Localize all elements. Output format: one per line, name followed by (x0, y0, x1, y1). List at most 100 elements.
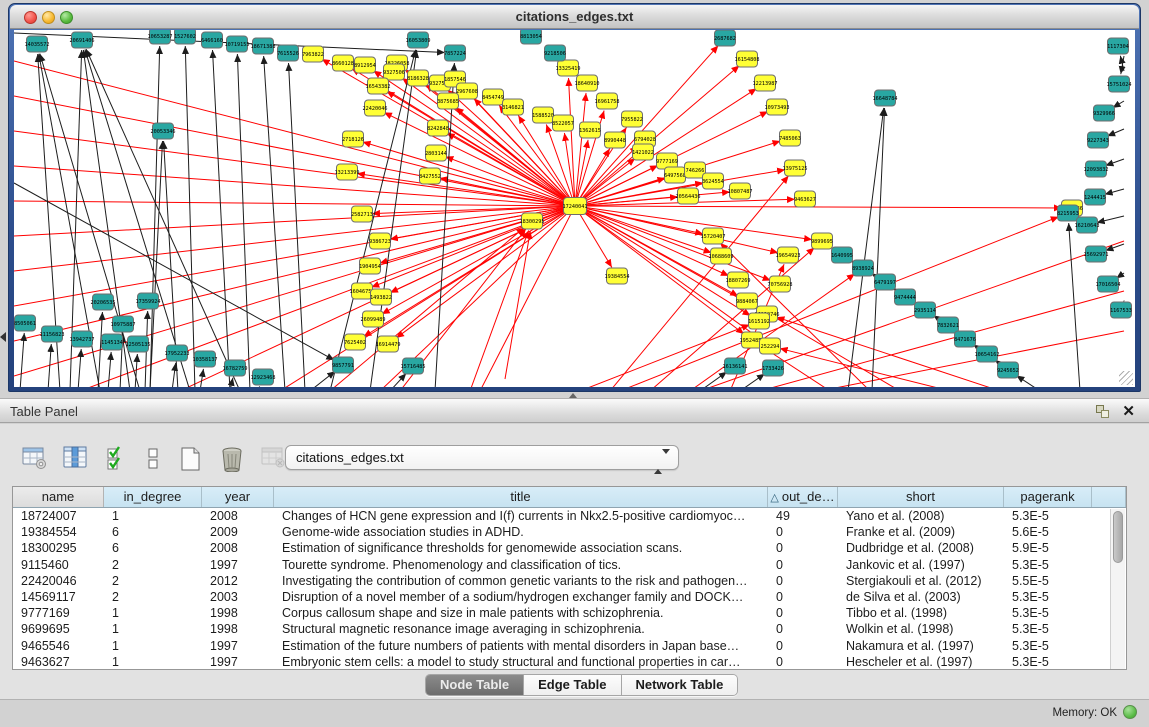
edge-black[interactable] (20, 333, 24, 387)
table-cell[interactable]: 0 (768, 605, 838, 621)
table-cell[interactable]: Disruption of a novel member of a sodium… (274, 589, 768, 605)
table-row[interactable]: 911546021997Tourette syndrome. Phenomeno… (13, 557, 1126, 573)
table-cell[interactable]: 18724007 (13, 508, 104, 524)
table-cell[interactable]: Franke et al. (2009) (838, 524, 1004, 540)
table-cell[interactable]: 1 (104, 508, 202, 524)
table-cell[interactable]: Genome-wide association studies in ADHD. (274, 524, 768, 540)
tab-edge-table[interactable]: Edge Table (524, 675, 621, 695)
table-mode-tabs[interactable]: Node TableEdge TableNetwork Table (425, 674, 738, 696)
edge-black[interactable] (1105, 189, 1124, 194)
table-cell[interactable]: 5.3E-5 (1004, 557, 1092, 573)
table-cell[interactable]: 9463627 (13, 654, 104, 670)
table-settings-icon[interactable] (20, 444, 50, 472)
edge-red[interactable] (575, 206, 1062, 208)
edge-red[interactable] (575, 206, 612, 267)
edge-black[interactable] (289, 63, 305, 387)
network-canvas[interactable]: 1724004118300295796382286601288912954182… (14, 30, 1135, 387)
table-cell[interactable]: 5.3E-5 (1004, 621, 1092, 637)
delete-icon[interactable] (217, 444, 247, 472)
table-cell[interactable]: 5.5E-5 (1004, 573, 1092, 589)
table-cell[interactable]: de Silva et al. (2003) (838, 589, 1004, 605)
edge-black[interactable] (237, 54, 250, 387)
edge-black[interactable] (258, 386, 260, 387)
edge-red[interactable] (14, 201, 575, 206)
table-cell[interactable]: 1 (104, 621, 202, 637)
tab-network-table[interactable]: Network Table (622, 675, 738, 695)
edge-black[interactable] (435, 63, 454, 387)
table-cell[interactable]: 5.3E-5 (1004, 508, 1092, 524)
table-cell[interactable]: 2008 (202, 540, 274, 556)
edge-red[interactable] (610, 176, 789, 387)
edge-red[interactable] (505, 231, 530, 379)
table-row[interactable]: 2242004622012Investigating the contribut… (13, 573, 1126, 589)
resize-grip[interactable] (1119, 371, 1133, 385)
edge-black[interactable] (390, 373, 406, 387)
table-row[interactable]: 1830029562008Estimation of significance … (13, 540, 1126, 556)
table-cell[interactable]: 0 (768, 573, 838, 589)
edge-black[interactable] (108, 352, 111, 387)
table-cell[interactable]: 0 (768, 589, 838, 605)
table-cell[interactable]: Wolkin et al. (1998) (838, 621, 1004, 637)
edge-red[interactable] (14, 131, 575, 206)
table-cell[interactable]: 0 (768, 638, 838, 654)
table-cell[interactable]: 2003 (202, 589, 274, 605)
table-cell[interactable]: 5.3E-5 (1004, 654, 1092, 670)
table-selector-dropdown[interactable]: citations_edges.txt (285, 445, 679, 470)
table-cell[interactable]: Investigating the contribution of common… (274, 573, 768, 589)
table-cell[interactable]: 0 (768, 557, 838, 573)
edge-red[interactable] (447, 133, 575, 206)
table-cell[interactable]: Changes of HCN gene expression and I(f) … (274, 508, 768, 524)
table-row[interactable]: 946554611997Estimation of the future num… (13, 638, 1126, 654)
table-cell[interactable]: 5.9E-5 (1004, 540, 1092, 556)
column-header-pagerank[interactable]: pagerank (1004, 487, 1092, 507)
edge-red[interactable] (474, 98, 575, 206)
table-row[interactable]: 977716911998Corpus callosum shape and si… (13, 605, 1126, 621)
column-header-in_degree[interactable]: in_degree (104, 487, 202, 507)
table-cell[interactable]: Tourette syndrome. Phenomenology and cla… (274, 557, 768, 573)
select-all-icon[interactable] (103, 444, 133, 472)
network-window[interactable]: citations_edges.txt 17240041183002957963… (8, 3, 1141, 392)
table-cell[interactable]: Corpus callosum shape and size in male p… (274, 605, 768, 621)
edge-black[interactable] (1069, 223, 1080, 387)
edge-red[interactable] (363, 142, 575, 206)
table-row[interactable]: 946362711997Embryonic stem cells: a mode… (13, 654, 1126, 670)
table-cell[interactable]: 5.3E-5 (1004, 605, 1092, 621)
table-cell[interactable]: 6 (104, 524, 202, 540)
edge-red[interactable] (575, 206, 812, 240)
table-cell[interactable]: 2009 (202, 524, 274, 540)
edge-black[interactable] (1107, 129, 1124, 136)
table-cell[interactable]: 1997 (202, 557, 274, 573)
float-panel-icon[interactable] (1096, 405, 1109, 418)
table-cell[interactable]: 0 (768, 540, 838, 556)
table-cell[interactable]: 6 (104, 540, 202, 556)
table-cell[interactable]: 9465546 (13, 638, 104, 654)
table-row[interactable]: 1872400712008Changes of HCN gene express… (13, 508, 1126, 524)
edge-red[interactable] (14, 206, 575, 271)
edge-black[interactable] (1105, 244, 1124, 251)
collapse-left-panel-arrow[interactable] (0, 332, 6, 342)
table-cell[interactable]: Hescheler et al. (1997) (838, 654, 1004, 670)
new-document-icon[interactable] (176, 444, 206, 472)
edge-black[interactable] (230, 378, 233, 387)
table-cell[interactable]: 18300295 (13, 540, 104, 556)
edge-black[interactable] (172, 363, 176, 387)
table-cell[interactable]: 19384554 (13, 524, 104, 540)
table-cell[interactable]: 9777169 (13, 605, 104, 621)
table-cell[interactable]: 5.3E-5 (1004, 589, 1092, 605)
clear-selection-icon[interactable] (144, 444, 164, 472)
edge-black[interactable] (1016, 375, 1040, 387)
table-cell[interactable]: 1997 (202, 654, 274, 670)
table-cell[interactable]: Estimation of significance thresholds fo… (274, 540, 768, 556)
table-row[interactable]: 1456911722003Disruption of a novel membe… (13, 589, 1126, 605)
table-cell[interactable]: 2012 (202, 573, 274, 589)
table-cell[interactable]: Nakamura et al. (1997) (838, 638, 1004, 654)
edge-black[interactable] (1105, 159, 1124, 166)
table-cell[interactable]: 0 (768, 654, 838, 670)
column-header-name[interactable]: name (13, 487, 104, 507)
table-cell[interactable]: 2008 (202, 508, 274, 524)
table-cell[interactable]: 1998 (202, 621, 274, 637)
table-body[interactable]: 1872400712008Changes of HCN gene express… (13, 508, 1126, 670)
column-header-title[interactable]: title (274, 487, 768, 507)
table-row[interactable]: 1938455462009Genome-wide association stu… (13, 524, 1126, 540)
select-columns-icon[interactable] (61, 444, 91, 472)
